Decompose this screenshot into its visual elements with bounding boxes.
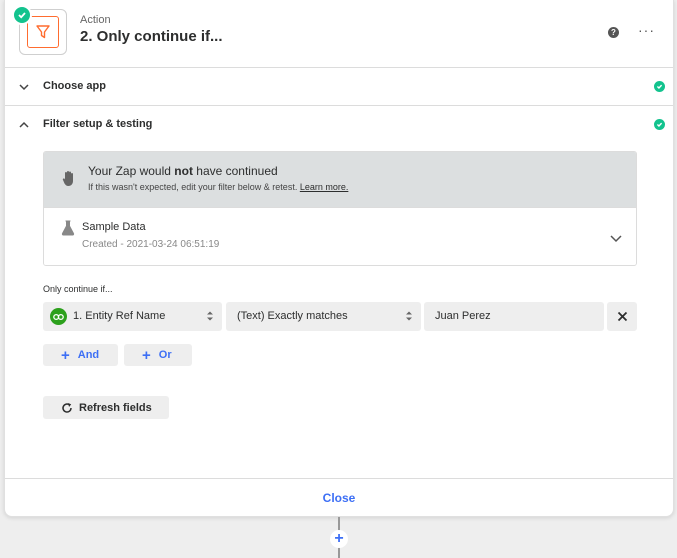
more-options-icon[interactable]: ··· (638, 22, 655, 38)
filter-value-input[interactable]: Juan Perez (424, 302, 604, 331)
chevron-up-icon (19, 121, 29, 128)
filter-funnel-icon (36, 25, 50, 39)
hand-stop-icon (62, 171, 73, 186)
section-filter-setup[interactable]: Filter setup & testing (5, 106, 673, 144)
or-label: Or (158, 349, 172, 361)
section-title: Choose app (43, 80, 106, 92)
remove-condition-button[interactable] (607, 302, 637, 331)
sample-data-label: Sample Data (82, 221, 146, 233)
filter-condition-select[interactable]: (Text) Exactly matches (226, 302, 421, 331)
step-title[interactable]: 2. Only continue if... (80, 28, 223, 45)
select-arrows-icon (207, 311, 213, 321)
filter-condition-value: (Text) Exactly matches (237, 310, 348, 322)
sample-data-row[interactable]: Sample Data Created - 2021-03-24 06:51:1… (44, 207, 636, 265)
filter-field-select[interactable]: 1. Entity Ref Name (43, 302, 222, 331)
test-result-panel: Your Zap would not have continued If thi… (43, 151, 637, 266)
chevron-down-icon[interactable] (609, 234, 623, 244)
add-step-plus-icon[interactable]: + (330, 530, 348, 548)
flask-icon (61, 220, 75, 236)
filter-label: Only continue if... (43, 284, 113, 294)
step-header[interactable]: Action 2. Only continue if... ? ··· (5, 0, 673, 68)
card-footer: Close (5, 478, 673, 516)
step-complete-check-icon (12, 5, 32, 25)
add-or-condition-button[interactable]: + Or (124, 344, 192, 366)
step-kind-label: Action (80, 14, 111, 26)
section-complete-icon (654, 119, 665, 130)
section-title: Filter setup & testing (43, 118, 153, 130)
step-card: Action 2. Only continue if... ? ··· Choo… (4, 0, 674, 517)
refresh-fields-button[interactable]: Refresh fields (43, 396, 169, 419)
filter-value-text: Juan Perez (435, 310, 491, 322)
close-icon (617, 311, 627, 322)
section-complete-icon (654, 81, 665, 92)
refresh-label: Refresh fields (79, 401, 152, 414)
close-button[interactable]: Close (5, 491, 673, 505)
plus-icon: + (142, 346, 151, 364)
plus-icon: + (61, 346, 70, 364)
learn-more-link[interactable]: Learn more. (300, 182, 349, 192)
filter-field-value: 1. Entity Ref Name (73, 310, 166, 322)
sample-created-time: Created - 2021-03-24 06:51:19 (82, 239, 220, 250)
chevron-down-icon (19, 84, 29, 91)
help-icon[interactable]: ? (608, 27, 619, 38)
add-and-condition-button[interactable]: + And (43, 344, 118, 366)
section-choose-app[interactable]: Choose app (5, 68, 673, 106)
and-label: And (77, 349, 100, 361)
alert-heading: Your Zap would not have continued (88, 164, 278, 178)
quickbooks-icon (50, 308, 67, 325)
refresh-icon (62, 402, 72, 413)
halt-alert: Your Zap would not have continued If thi… (44, 152, 636, 207)
alert-subtext: If this wasn't expected, edit your filte… (88, 182, 349, 192)
select-arrows-icon (406, 311, 412, 321)
